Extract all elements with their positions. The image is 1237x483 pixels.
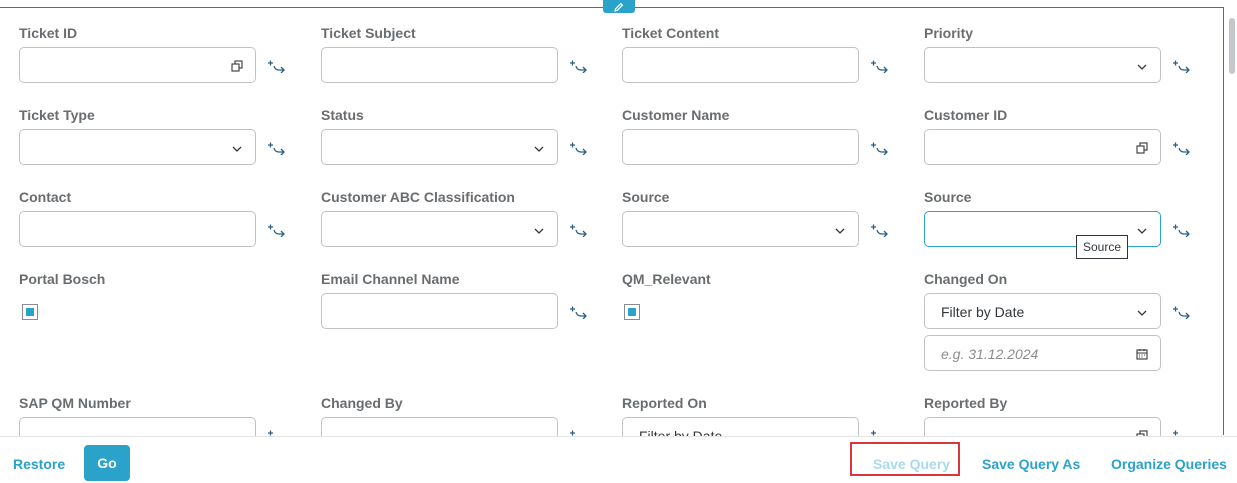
changed-on-select[interactable]: Filter by Date <box>924 293 1161 329</box>
filter-label-qm-relevant: QM_Relevant <box>622 271 711 287</box>
filter-footer: Restore Go Save Query Save Query As Orga… <box>0 436 1237 483</box>
filter-label-priority: Priority <box>924 25 974 41</box>
add-to-query-icon[interactable] <box>1172 305 1192 319</box>
customer-name-input[interactable] <box>622 129 859 165</box>
chevron-down-icon <box>534 146 544 152</box>
organize-queries-button[interactable]: Organize Queries <box>1111 456 1227 472</box>
chevron-down-icon <box>1137 228 1147 234</box>
add-to-query-icon[interactable] <box>569 429 589 436</box>
source-tooltip: Source <box>1076 235 1128 259</box>
add-to-query-icon[interactable] <box>870 141 890 155</box>
source-select[interactable] <box>622 211 859 247</box>
add-to-query-icon[interactable] <box>870 223 890 237</box>
filter-label-status: Status <box>321 107 364 123</box>
changed-by-input[interactable] <box>321 417 558 436</box>
reported-on-select[interactable]: Filter by Date <box>622 417 859 436</box>
filter-label-email-channel-name: Email Channel Name <box>321 271 460 287</box>
customer-abc-classification-select[interactable] <box>321 211 558 247</box>
filter-label-customer-id: Customer ID <box>924 107 1008 123</box>
ticket-type-select[interactable] <box>19 129 256 165</box>
add-to-query-icon[interactable] <box>267 59 287 73</box>
scrollbar-thumb[interactable] <box>1229 18 1235 74</box>
value-help-icon[interactable] <box>1136 142 1148 154</box>
filter-label-changed-by: Changed By <box>321 395 403 411</box>
filter-label-ticket-type: Ticket Type <box>19 107 95 123</box>
edit-button[interactable] <box>603 0 635 13</box>
add-to-query-icon[interactable] <box>1172 223 1192 237</box>
ticket-content-input[interactable] <box>622 47 859 83</box>
filter-label-ticket-subject: Ticket Subject <box>321 25 416 41</box>
add-to-query-icon[interactable] <box>1172 59 1192 73</box>
customer-id-input[interactable] <box>924 129 1161 165</box>
email-channel-name-input[interactable] <box>321 293 558 329</box>
status-select[interactable] <box>321 129 558 165</box>
filter-label-customer-abc-classification: Customer ABC Classification <box>321 189 515 205</box>
filter-label-ticket-content: Ticket Content <box>622 25 719 41</box>
add-to-query-icon[interactable] <box>870 429 890 436</box>
calendar-icon[interactable] <box>1136 348 1148 360</box>
add-to-query-icon[interactable] <box>569 305 589 319</box>
chevron-down-icon <box>1137 64 1147 70</box>
contact-input[interactable] <box>19 211 256 247</box>
go-button[interactable]: Go <box>84 445 130 481</box>
save-query-as-button[interactable]: Save Query As <box>982 456 1080 472</box>
qm-relevant-checkbox[interactable] <box>624 304 640 320</box>
add-to-query-icon[interactable] <box>569 59 589 73</box>
pencil-icon <box>614 2 624 12</box>
filter-label-contact: Contact <box>19 189 72 205</box>
add-to-query-icon[interactable] <box>1172 429 1192 436</box>
filter-label-source-2: Source <box>924 189 972 205</box>
add-to-query-icon[interactable] <box>267 141 287 155</box>
value-help-icon[interactable] <box>231 60 243 72</box>
reported-by-input[interactable] <box>924 417 1161 436</box>
add-to-query-icon[interactable] <box>267 429 287 436</box>
chevron-down-icon <box>835 228 845 234</box>
filter-label-sap-qm-number: SAP QM Number <box>19 395 131 411</box>
add-to-query-icon[interactable] <box>267 223 287 237</box>
chevron-down-icon <box>232 146 242 152</box>
changed-on-value: Filter by Date <box>941 304 1025 320</box>
add-to-query-icon[interactable] <box>870 59 890 73</box>
filter-label-source: Source <box>622 189 670 205</box>
add-to-query-icon[interactable] <box>569 141 589 155</box>
save-query-button[interactable]: Save Query <box>873 456 950 472</box>
changed-on-date-placeholder: e.g. 31.12.2024 <box>941 346 1039 362</box>
filter-panel: Ticket ID Ticket Subject Ticket Content … <box>0 0 1224 436</box>
filter-label-ticket-id: Ticket ID <box>19 25 78 41</box>
ticket-id-input[interactable] <box>19 47 256 83</box>
filter-label-portal-bosch: Portal Bosch <box>19 271 106 287</box>
filter-label-reported-on: Reported On <box>622 395 707 411</box>
add-to-query-icon[interactable] <box>1172 141 1192 155</box>
filter-label-changed-on: Changed On <box>924 271 1008 287</box>
chevron-down-icon <box>534 228 544 234</box>
changed-on-date-input[interactable]: e.g. 31.12.2024 <box>924 335 1161 371</box>
ticket-subject-input[interactable] <box>321 47 558 83</box>
portal-bosch-checkbox[interactable] <box>22 304 38 320</box>
filter-label-reported-by: Reported By <box>924 395 1008 411</box>
sap-qm-number-input[interactable] <box>19 417 256 436</box>
filter-label-customer-name: Customer Name <box>622 107 730 123</box>
restore-button[interactable]: Restore <box>13 456 65 472</box>
reported-on-value: Filter by Date <box>639 428 723 436</box>
priority-select[interactable] <box>924 47 1161 83</box>
add-to-query-icon[interactable] <box>569 223 589 237</box>
chevron-down-icon <box>1137 310 1147 316</box>
